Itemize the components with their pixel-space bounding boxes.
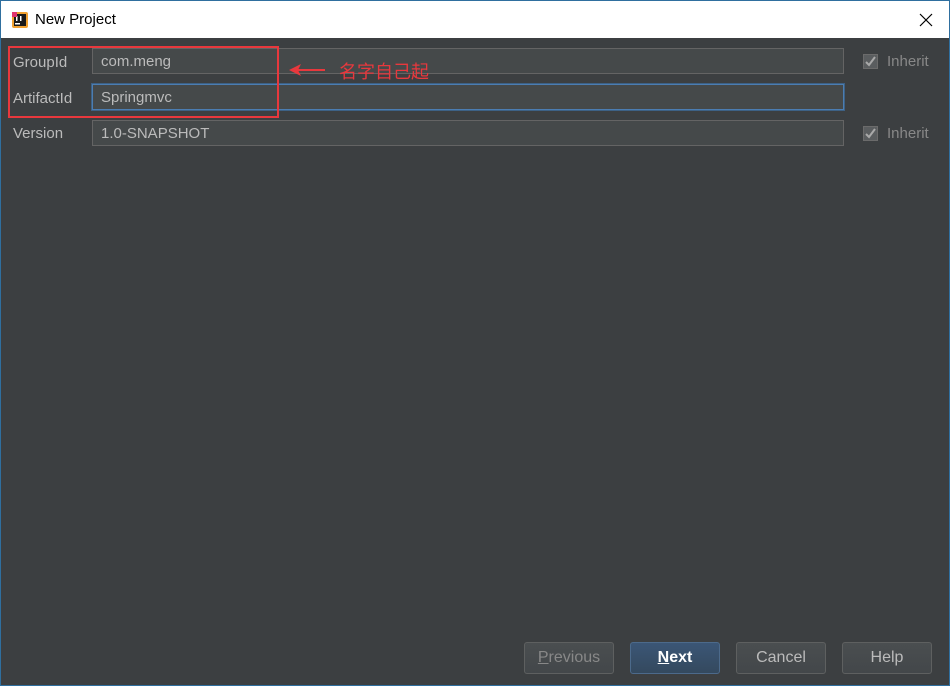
previous-mnemonic: P: [537, 649, 549, 666]
help-label: Help: [870, 649, 904, 666]
annotation-text: 名字自己起: [339, 62, 429, 82]
inherit-label: Inherit: [887, 52, 929, 70]
checkbox[interactable]: [863, 125, 878, 141]
artifactid-field[interactable]: [92, 84, 844, 110]
version-inherit-checkbox[interactable]: Inherit: [863, 123, 929, 143]
dialog-content: GroupId Inherit ArtifactId Version Inher…: [1, 38, 949, 685]
inherit-label: Inherit: [887, 124, 929, 142]
cancel-button[interactable]: Cancel: [736, 642, 826, 674]
next-button[interactable]: Next: [630, 642, 720, 674]
artifactid-label: ArtifactId: [13, 90, 73, 107]
next-label: ext: [669, 649, 693, 666]
close-button[interactable]: [903, 1, 949, 38]
title-bar: New Project: [1, 1, 949, 38]
checkbox[interactable]: [863, 53, 878, 69]
new-project-dialog: New Project GroupId Inherit ArtifactId V…: [0, 0, 950, 686]
version-field[interactable]: [92, 120, 844, 146]
checkmark-icon: [865, 127, 876, 139]
previous-button[interactable]: Previous: [524, 642, 614, 674]
groupid-label: GroupId: [13, 54, 68, 71]
checkmark-icon: [865, 55, 876, 67]
version-label: Version: [13, 125, 64, 142]
help-button[interactable]: Help: [842, 642, 932, 674]
intellij-idea-icon: [12, 12, 28, 28]
previous-label: revious: [548, 649, 601, 666]
groupid-field[interactable]: [92, 48, 844, 74]
close-icon: [919, 13, 933, 26]
cancel-label: Cancel: [756, 649, 806, 666]
next-mnemonic: N: [657, 649, 670, 666]
window-title: New Project: [35, 11, 116, 28]
annotation-arrow-icon: [289, 64, 325, 76]
groupid-inherit-checkbox[interactable]: Inherit: [863, 51, 929, 71]
